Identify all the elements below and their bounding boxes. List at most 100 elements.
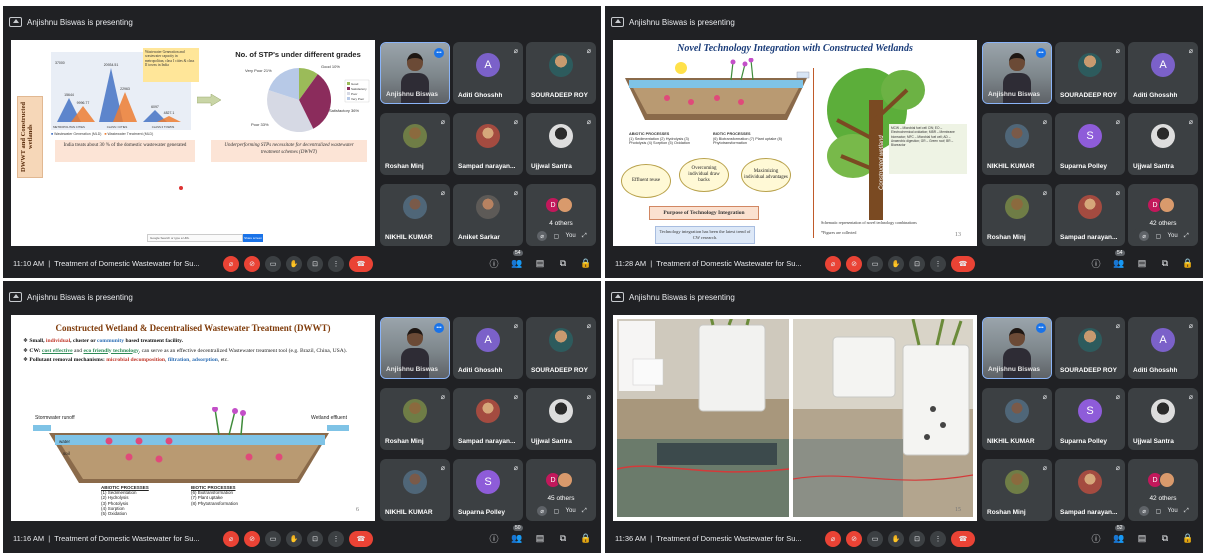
camera-off-icon[interactable]: ▢ — [554, 233, 560, 240]
raise-hand-button[interactable]: ✋ — [286, 531, 302, 547]
expand-icon[interactable]: ⤢ — [582, 508, 587, 515]
participant-tile[interactable]: ⌀ Sampad narayan... — [1055, 459, 1125, 521]
camera-off-button[interactable]: ⊘ — [244, 531, 260, 547]
expand-icon[interactable]: ⤢ — [1184, 233, 1189, 240]
mic-off-icon[interactable]: ⌀ — [537, 506, 548, 516]
host-controls-icon[interactable]: 🔒 — [579, 531, 593, 545]
captions-button[interactable]: ▭ — [867, 256, 883, 272]
participant-tile[interactable]: ••• Anjishnu Biswas — [982, 42, 1052, 104]
mic-off-button[interactable]: ⌀ — [825, 531, 841, 547]
participant-tile[interactable]: ⌀ NIKHIL KUMAR — [982, 113, 1052, 175]
people-icon[interactable]: 👥 54 — [1112, 250, 1126, 270]
more-options-icon[interactable]: ••• — [434, 48, 444, 58]
participant-tile[interactable]: ⌀ Sampad narayan... — [1055, 184, 1125, 246]
more-options-button[interactable]: ⋮ — [930, 531, 946, 547]
self-view-pill[interactable]: ⌀ ▢ You ⤢ — [1132, 503, 1196, 519]
participant-tile[interactable]: S ⌀ Suparna Polley — [1055, 113, 1125, 175]
mic-off-icon[interactable]: ⌀ — [1139, 231, 1150, 241]
host-controls-icon[interactable]: 🔒 — [1181, 531, 1195, 545]
chat-icon[interactable]: ▤ — [533, 256, 547, 270]
activities-icon[interactable]: ⧉ — [1158, 531, 1172, 545]
participant-tile[interactable]: ⌀ SOURADEEP ROY — [526, 317, 596, 379]
participant-tile[interactable]: ••• Anjishnu Biswas — [982, 317, 1052, 379]
activities-icon[interactable]: ⧉ — [556, 256, 570, 270]
participant-tile[interactable]: ⌀ Roshan Minj — [982, 184, 1052, 246]
self-view-pill[interactable]: ⌀ ▢ You ⤢ — [530, 503, 594, 519]
participant-tile[interactable]: ⌀ Roshan Minj — [982, 459, 1052, 521]
expand-icon[interactable]: ⤢ — [1184, 508, 1189, 515]
captions-button[interactable]: ▭ — [867, 531, 883, 547]
expand-icon[interactable]: ⤢ — [582, 233, 587, 240]
participant-tile[interactable]: ••• Anjishnu Biswas — [380, 42, 450, 104]
camera-off-icon[interactable]: ▢ — [1156, 233, 1162, 240]
camera-off-button[interactable]: ⊘ — [846, 531, 862, 547]
participant-tile[interactable]: ⌀ Sampad narayan... — [453, 388, 523, 450]
participant-tile[interactable]: S ⌀ Suparna Polley — [453, 459, 523, 521]
mic-off-button[interactable]: ⌀ — [223, 531, 239, 547]
host-controls-icon[interactable]: 🔒 — [579, 256, 593, 270]
participant-tile[interactable]: ⌀ SOURADEEP ROY — [1055, 42, 1125, 104]
raise-hand-button[interactable]: ✋ — [888, 256, 904, 272]
participant-tile[interactable]: ⌀ Ujjwal Santra — [1128, 113, 1198, 175]
participant-tile[interactable]: ⌀ Ujjwal Santra — [526, 388, 596, 450]
activities-icon[interactable]: ⧉ — [1158, 256, 1172, 270]
captions-button[interactable]: ▭ — [265, 531, 281, 547]
more-options-button[interactable]: ⋮ — [930, 256, 946, 272]
participant-tile[interactable]: ⌀ SOURADEEP ROY — [526, 42, 596, 104]
info-icon[interactable]: ⓘ — [1089, 256, 1103, 270]
camera-off-button[interactable]: ⊘ — [846, 256, 862, 272]
info-icon[interactable]: ⓘ — [487, 256, 501, 270]
raise-hand-button[interactable]: ✋ — [888, 531, 904, 547]
participant-tile[interactable]: A ⌀ Aditi Ghosshh — [1128, 42, 1198, 104]
end-call-button[interactable]: ☎ — [349, 531, 373, 547]
participant-tile[interactable]: ••• Anjishnu Biswas — [380, 317, 450, 379]
participant-tile[interactable]: ⌀ Roshan Minj — [380, 113, 450, 175]
participant-tile[interactable]: ⌀ Sampad narayan... — [453, 113, 523, 175]
people-icon[interactable]: 👥 52 — [1112, 525, 1126, 545]
participant-tile[interactable]: A ⌀ Aditi Ghosshh — [453, 317, 523, 379]
more-options-icon[interactable]: ••• — [1036, 323, 1046, 333]
participant-tile[interactable]: ⌀ Ujjwal Santra — [526, 113, 596, 175]
chat-icon[interactable]: ▤ — [1135, 256, 1149, 270]
mic-off-button[interactable]: ⌀ — [223, 256, 239, 272]
present-button[interactable]: ⊡ — [307, 256, 323, 272]
info-icon[interactable]: ⓘ — [1089, 531, 1103, 545]
activities-icon[interactable]: ⧉ — [556, 531, 570, 545]
info-icon[interactable]: ⓘ — [487, 531, 501, 545]
end-call-button[interactable]: ☎ — [951, 256, 975, 272]
participant-tile[interactable]: ⌀ SOURADEEP ROY — [1055, 317, 1125, 379]
self-view-pill[interactable]: ⌀ ▢ You ⤢ — [530, 228, 594, 244]
people-icon[interactable]: 👥 54 — [510, 250, 524, 270]
present-button[interactable]: ⊡ — [909, 256, 925, 272]
chat-icon[interactable]: ▤ — [1135, 531, 1149, 545]
captions-button[interactable]: ▭ — [265, 256, 281, 272]
mic-off-icon[interactable]: ⌀ — [537, 231, 548, 241]
self-view-pill[interactable]: ⌀ ▢ You ⤢ — [1132, 228, 1196, 244]
end-call-button[interactable]: ☎ — [349, 256, 373, 272]
participant-tile[interactable]: ⌀ NIKHIL KUMAR — [380, 184, 450, 246]
chat-icon[interactable]: ▤ — [533, 531, 547, 545]
participant-tile[interactable]: ⌀ Aniket Sarkar — [453, 184, 523, 246]
raise-hand-button[interactable]: ✋ — [286, 256, 302, 272]
participant-tile[interactable]: S ⌀ Suparna Polley — [1055, 388, 1125, 450]
present-button[interactable]: ⊡ — [307, 531, 323, 547]
people-icon[interactable]: 👥 50 — [510, 525, 524, 545]
present-button[interactable]: ⊡ — [909, 531, 925, 547]
participant-tile[interactable]: A ⌀ Aditi Ghosshh — [1128, 317, 1198, 379]
more-options-button[interactable]: ⋮ — [328, 531, 344, 547]
host-controls-icon[interactable]: 🔒 — [1181, 256, 1195, 270]
more-options-button[interactable]: ⋮ — [328, 256, 344, 272]
participant-tile[interactable]: ⌀ NIKHIL KUMAR — [380, 459, 450, 521]
end-call-button[interactable]: ☎ — [951, 531, 975, 547]
camera-off-icon[interactable]: ▢ — [554, 508, 560, 515]
mic-off-icon[interactable]: ⌀ — [1139, 506, 1150, 516]
participant-tile[interactable]: ⌀ NIKHIL KUMAR — [982, 388, 1052, 450]
participant-tile[interactable]: A ⌀ Aditi Ghosshh — [453, 42, 523, 104]
camera-off-button[interactable]: ⊘ — [244, 256, 260, 272]
mic-off-button[interactable]: ⌀ — [825, 256, 841, 272]
more-options-icon[interactable]: ••• — [434, 323, 444, 333]
participant-tile[interactable]: ⌀ Roshan Minj — [380, 388, 450, 450]
more-options-icon[interactable]: ••• — [1036, 48, 1046, 58]
participant-tile[interactable]: ⌀ Ujjwal Santra — [1128, 388, 1198, 450]
camera-off-icon[interactable]: ▢ — [1156, 508, 1162, 515]
